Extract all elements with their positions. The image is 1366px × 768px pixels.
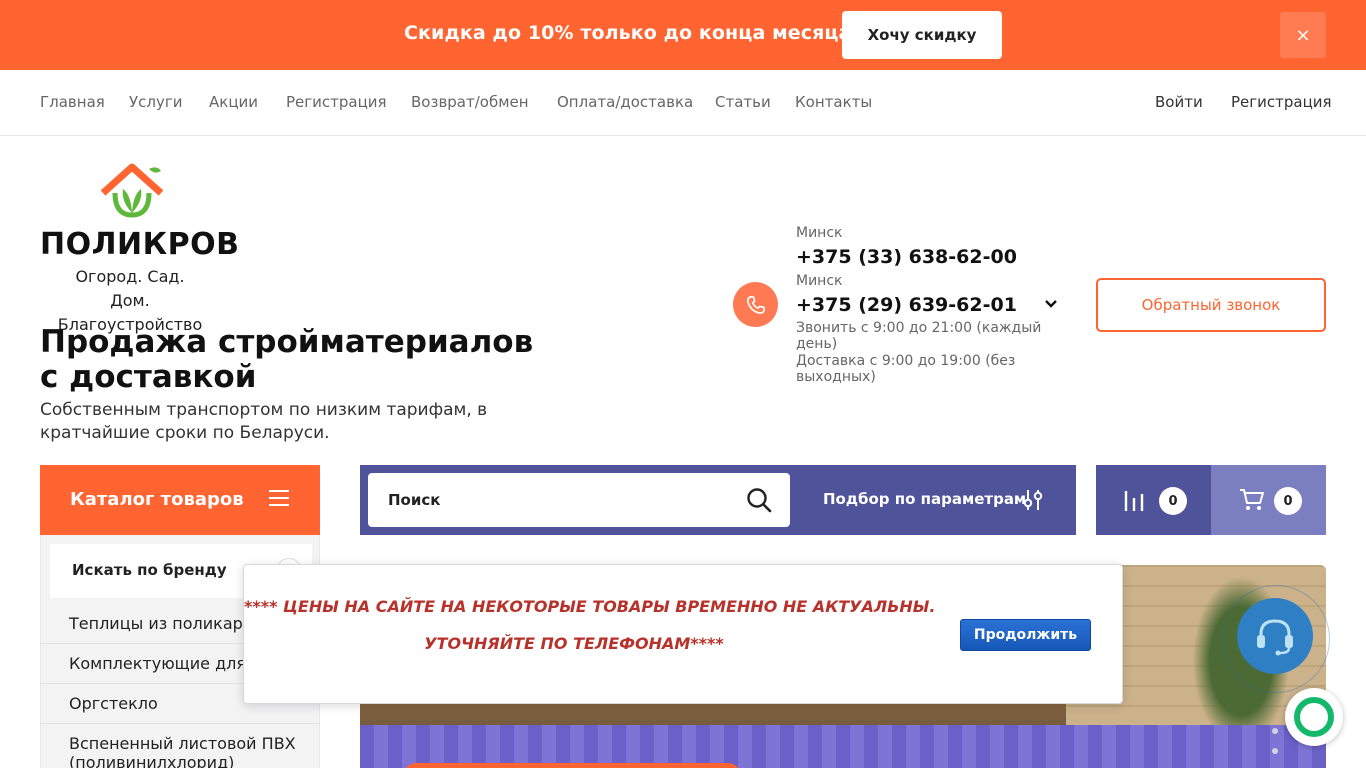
delivery-hours: Доставка с 9:00 до 19:00 (без выходных) <box>796 353 1016 385</box>
filter-params-button[interactable]: Подбор по параметрам <box>823 490 1026 508</box>
notice-modal: **** ЦЕНЫ НА САЙТЕ НА НЕКОТОРЫЕ ТОВАРЫ В… <box>243 564 1123 704</box>
pager-dot[interactable] <box>1272 728 1278 734</box>
callback-button[interactable]: Обратный звонок <box>1096 278 1326 332</box>
promo-close-button[interactable]: × <box>1280 12 1326 58</box>
page: Скидка до 10% только до конца месяца Хоч… <box>0 0 1366 768</box>
chat-icon <box>1294 697 1334 737</box>
chevron-down-icon[interactable] <box>1044 298 1058 310</box>
divider <box>41 723 319 724</box>
logo-name: ПОЛИКРОВ <box>40 227 240 262</box>
hero-subtitle: Собственным транспортом по низким тарифа… <box>40 400 488 443</box>
notice-line-1: **** ЦЕНЫ НА САЙТЕ НА НЕКОТОРЫЕ ТОВАРЫ В… <box>244 597 936 616</box>
phone-number-2[interactable]: +375 (29) 639-62-01 <box>796 290 1046 320</box>
nav-item-payment-delivery[interactable]: Оплата/доставка <box>557 93 693 111</box>
banner-button[interactable] <box>402 763 742 768</box>
site-logo[interactable]: ПОЛИКРОВ Огород. Сад. Дом. Благоустройст… <box>40 163 239 334</box>
nav-item-articles[interactable]: Статьи <box>715 93 771 111</box>
catalog-title: Каталог товаров <box>70 489 244 510</box>
contacts-block: Минск +375 (33) 638-62-00 Минск +375 (29… <box>796 224 1046 385</box>
phone-button[interactable] <box>733 282 778 327</box>
close-icon: × <box>1295 24 1311 46</box>
get-discount-button[interactable]: Хочу скидку <box>842 11 1002 59</box>
compare-count: 0 <box>1159 487 1187 515</box>
nav-item-home[interactable]: Главная <box>40 93 105 111</box>
register-link[interactable]: Регистрация <box>1231 93 1332 111</box>
catalog-item[interactable]: Вспененный листовой ПВХ (поливинилхлорид… <box>69 734 309 768</box>
phone-number-1[interactable]: +375 (33) 638-62-00 <box>796 242 1046 272</box>
logo-house-leaf-icon <box>100 163 164 218</box>
phone-icon <box>746 295 765 314</box>
pager-dot[interactable] <box>1272 748 1278 754</box>
notice-line-2: УТОЧНЯЙТЕ ПО ТЕЛЕФОНАМ**** <box>424 634 724 653</box>
compare-icon <box>1124 491 1144 511</box>
call-hours: Звонить с 9:00 до 21:00 (каждый день) <box>796 320 1042 352</box>
menu-icon <box>269 490 289 506</box>
hero-title: Продажа стройматериалов с доставкой <box>40 324 534 395</box>
top-navigation: Главная Услуги Акции Регистрация Возврат… <box>0 70 1366 136</box>
pager-dots[interactable] <box>1272 728 1278 768</box>
nav-item-registration[interactable]: Регистрация <box>286 93 387 111</box>
login-link[interactable]: Войти <box>1155 93 1203 111</box>
filter-icon[interactable] <box>1022 489 1044 511</box>
cart-count: 0 <box>1274 487 1302 515</box>
support-widget-button[interactable] <box>1237 598 1313 674</box>
search-bar: Подбор по параметрам <box>360 465 1076 535</box>
promo-text: Скидка до 10% только до конца месяца <box>404 22 852 44</box>
cart-icon <box>1240 489 1264 510</box>
nav-item-contacts[interactable]: Контакты <box>795 93 872 111</box>
city-label: Минск <box>796 273 843 289</box>
cart-button[interactable]: 0 <box>1211 465 1326 535</box>
nav-item-promotions[interactable]: Акции <box>209 93 258 111</box>
banner-roof <box>360 725 1326 768</box>
nav-item-services[interactable]: Услуги <box>129 93 182 111</box>
catalog-header[interactable]: Каталог товаров <box>40 465 320 535</box>
promo-bar: Скидка до 10% только до конца месяца Хоч… <box>0 0 1366 70</box>
continue-button[interactable]: Продолжить <box>960 619 1091 651</box>
search-icon[interactable] <box>746 487 772 513</box>
catalog-item[interactable]: Оргстекло <box>69 694 158 713</box>
support-headset-icon <box>1257 619 1293 656</box>
nav-item-returns[interactable]: Возврат/обмен <box>411 93 529 111</box>
chat-widget-button[interactable] <box>1285 688 1343 746</box>
city-label: Минск <box>796 225 843 241</box>
compare-button[interactable]: 0 <box>1096 465 1211 535</box>
search-input[interactable] <box>368 473 790 527</box>
brand-search-label: Искать по бренду <box>72 561 227 579</box>
